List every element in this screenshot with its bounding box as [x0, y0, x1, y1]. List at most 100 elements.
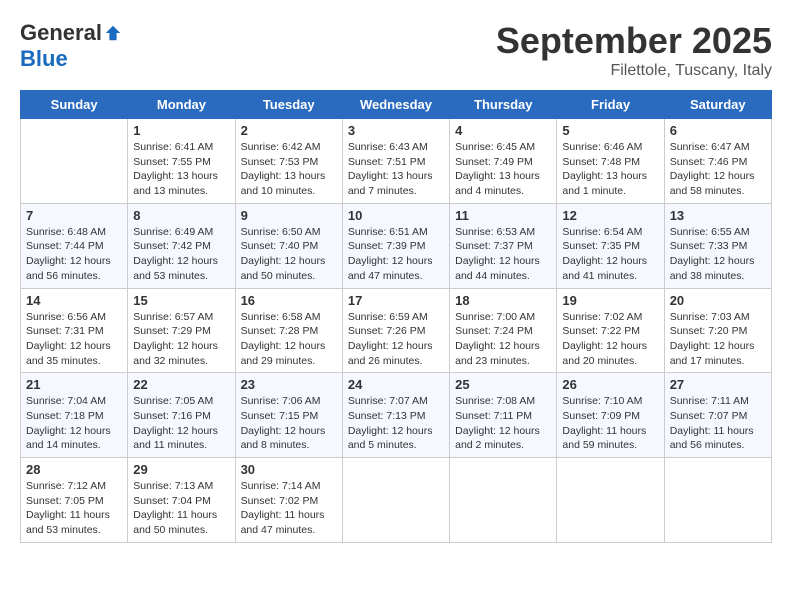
calendar-cell: 5Sunrise: 6:46 AMSunset: 7:48 PMDaylight… [557, 119, 664, 204]
day-number: 24 [348, 377, 444, 392]
day-number: 14 [26, 293, 122, 308]
calendar-cell: 15 Sunrise: 6:57 AMSunset: 7:29 PMDayligh… [128, 288, 235, 373]
month-title: September 2025 [496, 20, 772, 62]
day-info: Sunrise: 6:59 AMSunset: 7:26 PMDaylight:… [348, 310, 444, 369]
calendar-week-row: 21 Sunrise: 7:04 AMSunset: 7:18 PMDayligh… [21, 373, 772, 458]
day-info: Sunrise: 6:56 AMSunset: 7:31 PMDaylight:… [26, 310, 122, 369]
day-info: Sunrise: 7:04 AMSunset: 7:18 PMDaylight:… [26, 394, 122, 453]
day-info: Sunrise: 7:06 AMSunset: 7:15 PMDaylight:… [241, 394, 337, 453]
day-info: Sunrise: 7:08 AMSunset: 7:11 PMDaylight:… [455, 394, 551, 453]
logo-blue-text: Blue [20, 46, 68, 72]
day-info: Sunrise: 7:00 AMSunset: 7:24 PMDaylight:… [455, 310, 551, 369]
calendar-cell [664, 458, 771, 543]
day-number: 20 [670, 293, 766, 308]
logo: General Blue [20, 20, 122, 72]
day-number: 23 [241, 377, 337, 392]
calendar-cell: 29 Sunrise: 7:13 AMSunset: 7:04 PMDayligh… [128, 458, 235, 543]
day-info: Sunrise: 7:02 AMSunset: 7:22 PMDaylight:… [562, 310, 658, 369]
day-number: 19 [562, 293, 658, 308]
calendar-cell: 30 Sunrise: 7:14 AMSunset: 7:02 PMDayligh… [235, 458, 342, 543]
calendar-cell: 18 Sunrise: 7:00 AMSunset: 7:24 PMDayligh… [450, 288, 557, 373]
day-info: Sunrise: 7:03 AMSunset: 7:20 PMDaylight:… [670, 310, 766, 369]
day-info: Sunrise: 6:43 AMSunset: 7:51 PMDaylight:… [348, 140, 444, 199]
day-info: Sunrise: 6:41 AMSunset: 7:55 PMDaylight:… [133, 140, 229, 199]
weekday-header-monday: Monday [128, 91, 235, 119]
calendar-cell: 19 Sunrise: 7:02 AMSunset: 7:22 PMDayligh… [557, 288, 664, 373]
day-number: 27 [670, 377, 766, 392]
day-number: 21 [26, 377, 122, 392]
calendar-cell: 27Sunrise: 7:11 AMSunset: 7:07 PMDayligh… [664, 373, 771, 458]
calendar-week-row: 7Sunrise: 6:48 AMSunset: 7:44 PMDaylight… [21, 203, 772, 288]
day-info: Sunrise: 7:07 AMSunset: 7:13 PMDaylight:… [348, 394, 444, 453]
day-number: 13 [670, 208, 766, 223]
day-number: 4 [455, 123, 551, 138]
calendar-week-row: 1 Sunrise: 6:41 AMSunset: 7:55 PMDaylight… [21, 119, 772, 204]
weekday-header-saturday: Saturday [664, 91, 771, 119]
day-number: 28 [26, 462, 122, 477]
day-info: Sunrise: 6:50 AMSunset: 7:40 PMDaylight:… [241, 225, 337, 284]
day-number: 9 [241, 208, 337, 223]
calendar-cell: 12 Sunrise: 6:54 AMSunset: 7:35 PMDayligh… [557, 203, 664, 288]
calendar-cell: 23 Sunrise: 7:06 AMSunset: 7:15 PMDayligh… [235, 373, 342, 458]
calendar-week-row: 28 Sunrise: 7:12 AMSunset: 7:05 PMDayligh… [21, 458, 772, 543]
day-info: Sunrise: 6:54 AMSunset: 7:35 PMDaylight:… [562, 225, 658, 284]
day-info: Sunrise: 6:47 AMSunset: 7:46 PMDaylight:… [670, 140, 766, 199]
weekday-header-row: SundayMondayTuesdayWednesdayThursdayFrid… [21, 91, 772, 119]
calendar-week-row: 14 Sunrise: 6:56 AMSunset: 7:31 PMDayligh… [21, 288, 772, 373]
day-info: Sunrise: 6:51 AMSunset: 7:39 PMDaylight:… [348, 225, 444, 284]
day-number: 17 [348, 293, 444, 308]
day-number: 1 [133, 123, 229, 138]
day-info: Sunrise: 7:14 AMSunset: 7:02 PMDaylight:… [241, 479, 337, 538]
calendar-cell: 11 Sunrise: 6:53 AMSunset: 7:37 PMDayligh… [450, 203, 557, 288]
day-info: Sunrise: 6:58 AMSunset: 7:28 PMDaylight:… [241, 310, 337, 369]
calendar-cell: 13 Sunrise: 6:55 AMSunset: 7:33 PMDayligh… [664, 203, 771, 288]
day-number: 18 [455, 293, 551, 308]
day-info: Sunrise: 7:05 AMSunset: 7:16 PMDaylight:… [133, 394, 229, 453]
day-number: 3 [348, 123, 444, 138]
day-number: 29 [133, 462, 229, 477]
calendar-cell [450, 458, 557, 543]
calendar-cell: 4Sunrise: 6:45 AMSunset: 7:49 PMDaylight… [450, 119, 557, 204]
day-number: 10 [348, 208, 444, 223]
calendar-cell: 16 Sunrise: 6:58 AMSunset: 7:28 PMDayligh… [235, 288, 342, 373]
day-number: 26 [562, 377, 658, 392]
calendar-cell: 26Sunrise: 7:10 AMSunset: 7:09 PMDayligh… [557, 373, 664, 458]
calendar-cell: 8Sunrise: 6:49 AMSunset: 7:42 PMDaylight… [128, 203, 235, 288]
calendar-cell: 14 Sunrise: 6:56 AMSunset: 7:31 PMDayligh… [21, 288, 128, 373]
calendar-table: SundayMondayTuesdayWednesdayThursdayFrid… [20, 90, 772, 543]
day-info: Sunrise: 7:12 AMSunset: 7:05 PMDaylight:… [26, 479, 122, 538]
calendar-cell: 22 Sunrise: 7:05 AMSunset: 7:16 PMDayligh… [128, 373, 235, 458]
day-info: Sunrise: 6:42 AMSunset: 7:53 PMDaylight:… [241, 140, 337, 199]
day-number: 22 [133, 377, 229, 392]
calendar-cell: 3 Sunrise: 6:43 AMSunset: 7:51 PMDaylight… [342, 119, 449, 204]
weekday-header-tuesday: Tuesday [235, 91, 342, 119]
location-subtitle: Filettole, Tuscany, Italy [496, 62, 772, 80]
calendar-cell: 2Sunrise: 6:42 AMSunset: 7:53 PMDaylight… [235, 119, 342, 204]
calendar-cell: 17 Sunrise: 6:59 AMSunset: 7:26 PMDayligh… [342, 288, 449, 373]
calendar-cell: 24 Sunrise: 7:07 AMSunset: 7:13 PMDayligh… [342, 373, 449, 458]
day-number: 25 [455, 377, 551, 392]
day-number: 8 [133, 208, 229, 223]
day-number: 15 [133, 293, 229, 308]
weekday-header-wednesday: Wednesday [342, 91, 449, 119]
calendar-cell: 7Sunrise: 6:48 AMSunset: 7:44 PMDaylight… [21, 203, 128, 288]
day-info: Sunrise: 6:46 AMSunset: 7:48 PMDaylight:… [562, 140, 658, 199]
calendar-cell [21, 119, 128, 204]
calendar-cell: 28 Sunrise: 7:12 AMSunset: 7:05 PMDayligh… [21, 458, 128, 543]
logo-general-text: General [20, 20, 102, 46]
page-header: General Blue September 2025 Filettole, T… [20, 20, 772, 80]
calendar-cell: 6Sunrise: 6:47 AMSunset: 7:46 PMDaylight… [664, 119, 771, 204]
day-info: Sunrise: 6:53 AMSunset: 7:37 PMDaylight:… [455, 225, 551, 284]
calendar-cell: 21 Sunrise: 7:04 AMSunset: 7:18 PMDayligh… [21, 373, 128, 458]
weekday-header-friday: Friday [557, 91, 664, 119]
day-number: 30 [241, 462, 337, 477]
day-info: Sunrise: 6:57 AMSunset: 7:29 PMDaylight:… [133, 310, 229, 369]
calendar-cell: 9 Sunrise: 6:50 AMSunset: 7:40 PMDaylight… [235, 203, 342, 288]
day-number: 16 [241, 293, 337, 308]
logo-icon [104, 24, 122, 42]
day-info: Sunrise: 6:55 AMSunset: 7:33 PMDaylight:… [670, 225, 766, 284]
weekday-header-sunday: Sunday [21, 91, 128, 119]
day-number: 11 [455, 208, 551, 223]
day-info: Sunrise: 7:13 AMSunset: 7:04 PMDaylight:… [133, 479, 229, 538]
day-number: 12 [562, 208, 658, 223]
